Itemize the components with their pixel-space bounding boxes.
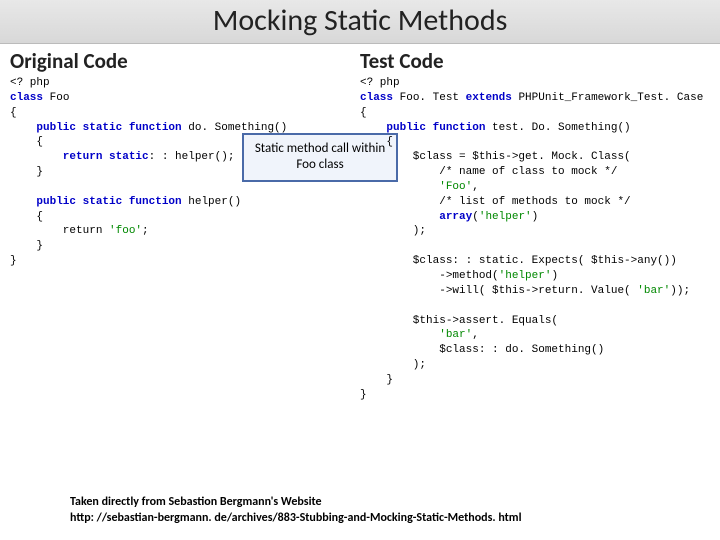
- footer-line-1: Taken directly from Sebastion Bergmann's…: [70, 494, 522, 510]
- slide-title: Mocking Static Methods: [0, 0, 720, 44]
- left-column: Original Code <? php class Foo { public …: [10, 48, 360, 403]
- test-code-block: <? php class Foo. Test extends PHPUnit_F…: [360, 76, 710, 403]
- content-columns: Original Code <? php class Foo { public …: [0, 44, 720, 403]
- original-code-heading: Original Code: [10, 48, 360, 74]
- footer-attribution: Taken directly from Sebastion Bergmann's…: [70, 494, 522, 526]
- right-column: Test Code <? php class Foo. Test extends…: [360, 48, 710, 403]
- footer-line-2: http: //sebastian-bergmann. de/archives/…: [70, 510, 522, 526]
- test-code-heading: Test Code: [360, 48, 710, 74]
